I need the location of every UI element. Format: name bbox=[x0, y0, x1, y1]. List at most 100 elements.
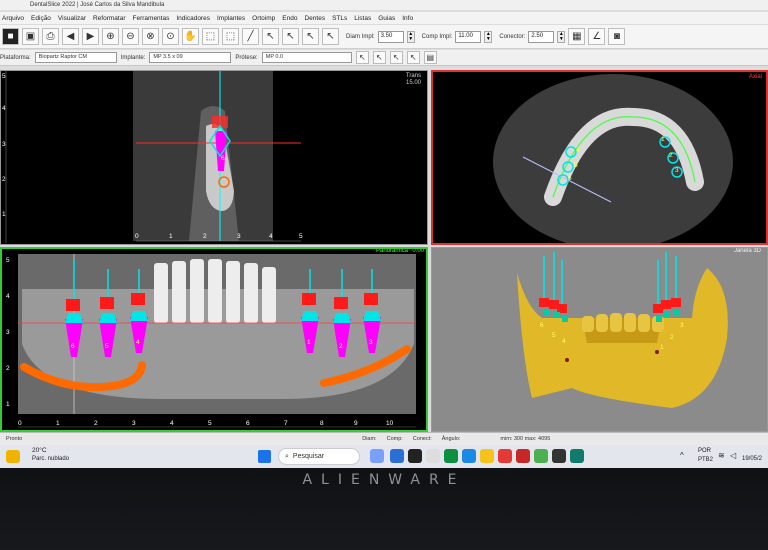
menu-dentes[interactable]: Dentes bbox=[304, 15, 325, 22]
menu-info[interactable]: Info bbox=[402, 15, 413, 22]
main-toolbar: ■ ▣ ⎙ ◀ ▶ ⊕ ⊖ ⊗ ⊙ ✋ ⬚ ⬚ ╱ ↖ ↖ ↖ ↖ Diam I… bbox=[0, 25, 768, 49]
pano-ytick: 5 bbox=[6, 257, 10, 264]
pan-hand-icon[interactable]: ✋ bbox=[182, 28, 199, 45]
pointer-move-icon[interactable]: ↖ bbox=[322, 28, 339, 45]
axial-marker: 6 bbox=[568, 175, 572, 182]
menu-arquivo[interactable]: Arquivo bbox=[2, 15, 24, 22]
view3d-marker: 1 bbox=[660, 344, 664, 351]
zoom-fit-icon[interactable]: ⊗ bbox=[142, 28, 159, 45]
diam-label: Diam Impl: bbox=[346, 33, 375, 40]
comp-spinner[interactable]: ▲ ▼ bbox=[484, 30, 493, 43]
windows-start-icon[interactable] bbox=[258, 450, 271, 463]
folder-icon[interactable] bbox=[480, 449, 494, 463]
conector-input[interactable]: 2.50 bbox=[528, 30, 555, 43]
save-icon[interactable]: ▣ bbox=[22, 28, 39, 45]
comp-input[interactable]: 11.00 bbox=[455, 30, 482, 43]
pano-value: 0.00 bbox=[412, 248, 424, 254]
menu-ferramentas[interactable]: Ferramentas bbox=[133, 15, 170, 22]
grid-icon[interactable]: ▦ bbox=[568, 28, 586, 45]
back-icon[interactable]: ◀ bbox=[62, 28, 79, 45]
app-icon-5[interactable] bbox=[444, 449, 458, 463]
implante-label: Implante: bbox=[120, 54, 146, 61]
menu-reformatar[interactable]: Reformatar bbox=[93, 15, 126, 22]
conector-spinner[interactable]: ▲ ▼ bbox=[557, 30, 566, 43]
implante-select[interactable]: MP 3.5 x 09 bbox=[149, 52, 232, 63]
menu-edicao[interactable]: Edição bbox=[31, 15, 51, 22]
menu-listas[interactable]: Listas bbox=[354, 15, 371, 22]
taskbar-date[interactable]: 19/05/2 bbox=[742, 456, 762, 462]
zoom-out-icon[interactable]: ⊖ bbox=[122, 28, 139, 45]
forward-icon[interactable]: ▶ bbox=[82, 28, 99, 45]
print-icon[interactable]: ⎙ bbox=[42, 28, 59, 45]
weather-icon[interactable] bbox=[6, 450, 20, 463]
zoom-in-icon[interactable]: ⊕ bbox=[102, 28, 119, 45]
pointer-plus-icon[interactable]: ↖ bbox=[302, 28, 319, 45]
menu-ortoimp[interactable]: Ortoimp bbox=[252, 15, 275, 22]
zoom-window-icon[interactable]: ⊙ bbox=[162, 28, 179, 45]
pointer-tool-icon[interactable]: ↖ bbox=[355, 51, 369, 64]
status-comp: Comp: bbox=[386, 436, 403, 442]
lang-secondary[interactable]: PTB2 bbox=[698, 457, 713, 463]
menu-visualizar[interactable]: Visualizar bbox=[58, 15, 86, 22]
protese-select[interactable]: MP 0.0 bbox=[261, 52, 352, 63]
panoramic-pane[interactable]: Panorâmica 0.00 6 5 4 1 2 3 5 4 3 2 1 0 … bbox=[0, 247, 428, 432]
trans-xtick: 4 bbox=[269, 233, 273, 240]
trans-ytick: 3 bbox=[2, 141, 6, 148]
menu-endo[interactable]: Endo bbox=[282, 15, 297, 22]
camera-capture-icon[interactable]: ◙ bbox=[608, 28, 626, 45]
volume-icon[interactable]: ◁ bbox=[730, 451, 736, 460]
pointer-region-icon[interactable]: ⬚ bbox=[222, 28, 239, 45]
trans-xtick: 2 bbox=[203, 233, 207, 240]
pointer-check-icon[interactable]: ↖ bbox=[406, 51, 420, 64]
measure-ruler-icon[interactable]: ╱ bbox=[242, 28, 259, 45]
pano-xtick: 2 bbox=[94, 420, 98, 427]
app-icon-3[interactable] bbox=[408, 449, 422, 463]
trans-implant-label: 6 bbox=[221, 155, 225, 162]
pano-label: Panorâmica bbox=[375, 248, 408, 254]
cross-section-pane[interactable]: 6 Trans 15.00 5 4 3 2 1 0 1 2 3 4 5 bbox=[0, 70, 428, 245]
menu-stls[interactable]: STLs bbox=[332, 15, 347, 22]
pano-marker: 2 bbox=[339, 343, 343, 350]
trans-value: 15.00 bbox=[405, 80, 421, 86]
menu-bar: Arquivo Edição Visualizar Reformatar Fer… bbox=[0, 12, 768, 24]
app-icon-11[interactable] bbox=[552, 449, 566, 463]
status-pronto: Pronto bbox=[6, 436, 23, 442]
list-icon[interactable]: ▤ bbox=[423, 51, 437, 64]
windows-taskbar: 20°C Parc. nublado ⌕ Pesquisar ^ POR PTB… bbox=[0, 445, 768, 468]
plataforma-select[interactable]: Biopartz Raptor CM bbox=[34, 52, 117, 63]
tray-chevron-icon[interactable]: ^ bbox=[680, 451, 684, 460]
app-icon-2[interactable] bbox=[390, 449, 404, 463]
select-region-icon[interactable]: ⬚ bbox=[202, 28, 219, 45]
pointer-add-icon[interactable]: ↖ bbox=[389, 51, 403, 64]
wifi-icon[interactable]: ≋ bbox=[718, 451, 725, 460]
edge-icon[interactable] bbox=[462, 449, 476, 463]
pointer-add-icon[interactable]: ↖ bbox=[282, 28, 299, 45]
pano-marker: 6 bbox=[71, 343, 75, 350]
trans-xtick: 5 bbox=[299, 233, 303, 240]
diam-input[interactable]: 3.50 bbox=[377, 30, 404, 43]
pano-ytick: 2 bbox=[6, 365, 10, 372]
app-icon-4[interactable] bbox=[426, 449, 440, 463]
menu-indicadores[interactable]: Indicadores bbox=[176, 15, 210, 22]
angle-tool-icon[interactable]: ∠ bbox=[588, 28, 606, 45]
camera-icon[interactable]: ■ bbox=[2, 28, 19, 45]
pointer-red-icon[interactable]: ↖ bbox=[372, 51, 386, 64]
chrome-icon[interactable] bbox=[534, 449, 548, 463]
status-bar: Pronto Diam: Comp: Conect: Ângulo: mim: … bbox=[0, 432, 768, 445]
axial-pane[interactable]: Axial 4 5 6 1 2 3 bbox=[431, 70, 768, 245]
diam-spinner[interactable]: ▲ ▼ bbox=[406, 30, 415, 43]
menu-implantes[interactable]: Implantes bbox=[217, 15, 245, 22]
taskbar-search[interactable]: ⌕ Pesquisar bbox=[278, 448, 360, 465]
pointer-icon[interactable]: ↖ bbox=[262, 28, 279, 45]
app-icon-8[interactable] bbox=[498, 449, 512, 463]
app-icon-9[interactable] bbox=[516, 449, 530, 463]
plataforma-label: Plataforma: bbox=[0, 54, 31, 61]
implant-toolbar: Plataforma: Biopartz Raptor CM Implante:… bbox=[0, 50, 768, 66]
status-diam: Diam: bbox=[362, 436, 377, 442]
app-icon-12[interactable] bbox=[570, 449, 584, 463]
app-icon-1[interactable] bbox=[370, 449, 384, 463]
lang-primary[interactable]: POR bbox=[698, 448, 711, 454]
view-3d-pane[interactable]: Janela 3D 6 5 4 1 2 3 bbox=[431, 247, 768, 432]
menu-guias[interactable]: Guias bbox=[378, 15, 395, 22]
pano-xtick: 0 bbox=[18, 420, 22, 427]
